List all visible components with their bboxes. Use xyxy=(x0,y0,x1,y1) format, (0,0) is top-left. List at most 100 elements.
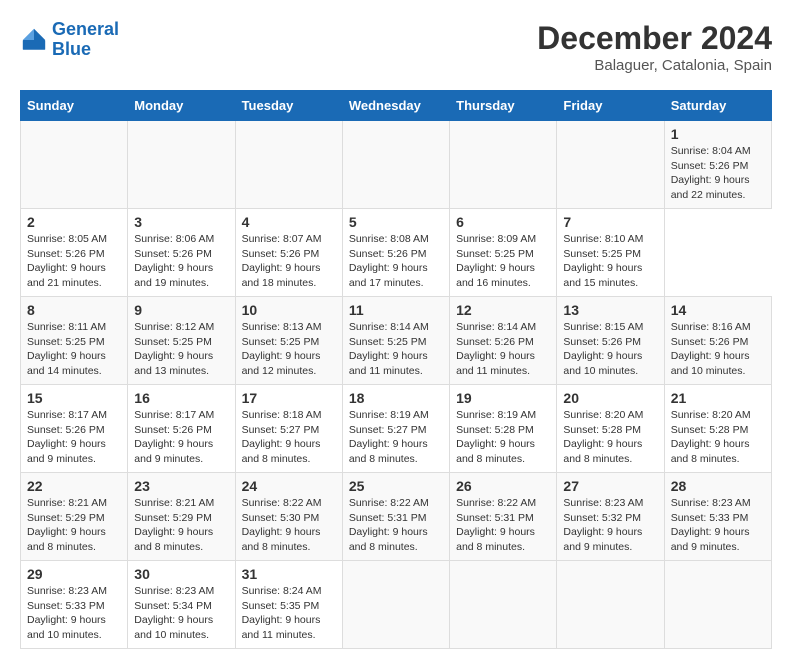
calendar-week-3: 8 Sunrise: 8:11 AMSunset: 5:25 PMDaylight… xyxy=(21,297,772,385)
cell-info: Sunrise: 8:11 AMSunset: 5:25 PMDaylight:… xyxy=(27,320,121,379)
calendar-cell xyxy=(557,121,664,209)
day-number: 31 xyxy=(242,566,336,582)
cell-info: Sunrise: 8:16 AMSunset: 5:26 PMDaylight:… xyxy=(671,320,765,379)
day-number: 26 xyxy=(456,478,550,494)
calendar-cell xyxy=(235,121,342,209)
calendar-cell: 19Sunrise: 8:19 AMSunset: 5:28 PMDayligh… xyxy=(450,385,557,473)
calendar-week-6: 29 Sunrise: 8:23 AMSunset: 5:33 PMDayligh… xyxy=(21,561,772,649)
day-number: 10 xyxy=(242,302,336,318)
cell-info: Sunrise: 8:21 AMSunset: 5:29 PMDaylight:… xyxy=(134,496,228,555)
cell-info: Sunrise: 8:23 AMSunset: 5:33 PMDaylight:… xyxy=(27,584,121,643)
cell-info: Sunrise: 8:07 AMSunset: 5:26 PMDaylight:… xyxy=(242,232,336,291)
calendar-cell: 29 Sunrise: 8:23 AMSunset: 5:33 PMDayligh… xyxy=(21,561,128,649)
day-number: 7 xyxy=(563,214,657,230)
day-header-friday: Friday xyxy=(557,91,664,121)
calendar-cell: 22 Sunrise: 8:21 AMSunset: 5:29 PMDayligh… xyxy=(21,473,128,561)
day-number: 8 xyxy=(27,302,121,318)
calendar-cell: 30Sunrise: 8:23 AMSunset: 5:34 PMDayligh… xyxy=(128,561,235,649)
day-number: 3 xyxy=(134,214,228,230)
calendar-cell: 28Sunrise: 8:23 AMSunset: 5:33 PMDayligh… xyxy=(664,473,771,561)
day-number: 30 xyxy=(134,566,228,582)
cell-info: Sunrise: 8:23 AMSunset: 5:32 PMDaylight:… xyxy=(563,496,657,555)
calendar-week-5: 22 Sunrise: 8:21 AMSunset: 5:29 PMDayligh… xyxy=(21,473,772,561)
day-number: 9 xyxy=(134,302,228,318)
day-number: 11 xyxy=(349,302,443,318)
day-number: 14 xyxy=(671,302,765,318)
cell-info: Sunrise: 8:19 AMSunset: 5:27 PMDaylight:… xyxy=(349,408,443,467)
calendar-cell: 12Sunrise: 8:14 AMSunset: 5:26 PMDayligh… xyxy=(450,297,557,385)
calendar-cell: 6 Sunrise: 8:09 AMSunset: 5:25 PMDaylight… xyxy=(450,209,557,297)
day-number: 18 xyxy=(349,390,443,406)
cell-info: Sunrise: 8:10 AMSunset: 5:25 PMDaylight:… xyxy=(563,232,657,291)
day-number: 13 xyxy=(563,302,657,318)
cell-info: Sunrise: 8:12 AMSunset: 5:25 PMDaylight:… xyxy=(134,320,228,379)
cell-info: Sunrise: 8:21 AMSunset: 5:29 PMDaylight:… xyxy=(27,496,121,555)
calendar-cell: 23 Sunrise: 8:21 AMSunset: 5:29 PMDayligh… xyxy=(128,473,235,561)
day-number: 19 xyxy=(456,390,550,406)
calendar-cell: 8 Sunrise: 8:11 AMSunset: 5:25 PMDaylight… xyxy=(21,297,128,385)
day-number: 28 xyxy=(671,478,765,494)
cell-info: Sunrise: 8:17 AMSunset: 5:26 PMDaylight:… xyxy=(27,408,121,467)
cell-info: Sunrise: 8:18 AMSunset: 5:27 PMDaylight:… xyxy=(242,408,336,467)
calendar-cell: 24Sunrise: 8:22 AMSunset: 5:30 PMDayligh… xyxy=(235,473,342,561)
cell-info: Sunrise: 8:20 AMSunset: 5:28 PMDaylight:… xyxy=(563,408,657,467)
day-number: 20 xyxy=(563,390,657,406)
cell-info: Sunrise: 8:08 AMSunset: 5:26 PMDaylight:… xyxy=(349,232,443,291)
calendar-cell: 9 Sunrise: 8:12 AMSunset: 5:25 PMDaylight… xyxy=(128,297,235,385)
calendar-cell: 14 Sunrise: 8:16 AMSunset: 5:26 PMDayligh… xyxy=(664,297,771,385)
month-title: December 2024 xyxy=(537,20,772,57)
calendar-cell: 5 Sunrise: 8:08 AMSunset: 5:26 PMDaylight… xyxy=(342,209,449,297)
cell-info: Sunrise: 8:22 AMSunset: 5:31 PMDaylight:… xyxy=(456,496,550,555)
title-block: December 2024 Balaguer, Catalonia, Spain xyxy=(537,20,772,74)
calendar-cell: 25 Sunrise: 8:22 AMSunset: 5:31 PMDayligh… xyxy=(342,473,449,561)
day-number: 17 xyxy=(242,390,336,406)
day-number: 6 xyxy=(456,214,550,230)
calendar-cell: 17 Sunrise: 8:18 AMSunset: 5:27 PMDayligh… xyxy=(235,385,342,473)
calendar-cell: 15 Sunrise: 8:17 AMSunset: 5:26 PMDayligh… xyxy=(21,385,128,473)
cell-info: Sunrise: 8:14 AMSunset: 5:25 PMDaylight:… xyxy=(349,320,443,379)
day-number: 21 xyxy=(671,390,765,406)
calendar-cell: 11 Sunrise: 8:14 AMSunset: 5:25 PMDayligh… xyxy=(342,297,449,385)
day-number: 16 xyxy=(134,390,228,406)
calendar-cell xyxy=(664,561,771,649)
calendar-cell xyxy=(450,121,557,209)
calendar-cell xyxy=(342,121,449,209)
calendar-table: SundayMondayTuesdayWednesdayThursdayFrid… xyxy=(20,90,772,649)
calendar-week-1: 1Sunrise: 8:04 AMSunset: 5:26 PMDaylight… xyxy=(21,121,772,209)
cell-info: Sunrise: 8:09 AMSunset: 5:25 PMDaylight:… xyxy=(456,232,550,291)
calendar-cell: 10 Sunrise: 8:13 AMSunset: 5:25 PMDayligh… xyxy=(235,297,342,385)
cell-info: Sunrise: 8:22 AMSunset: 5:31 PMDaylight:… xyxy=(349,496,443,555)
cell-info: Sunrise: 8:06 AMSunset: 5:26 PMDaylight:… xyxy=(134,232,228,291)
calendar-cell xyxy=(450,561,557,649)
day-number: 24 xyxy=(242,478,336,494)
day-number: 15 xyxy=(27,390,121,406)
calendar-cell: 7 Sunrise: 8:10 AMSunset: 5:25 PMDaylight… xyxy=(557,209,664,297)
calendar-cell: 26 Sunrise: 8:22 AMSunset: 5:31 PMDayligh… xyxy=(450,473,557,561)
calendar-cell: 13Sunrise: 8:15 AMSunset: 5:26 PMDayligh… xyxy=(557,297,664,385)
logo: GeneralBlue xyxy=(20,20,119,60)
day-number: 29 xyxy=(27,566,121,582)
location: Balaguer, Catalonia, Spain xyxy=(537,57,772,74)
day-header-wednesday: Wednesday xyxy=(342,91,449,121)
header-row: SundayMondayTuesdayWednesdayThursdayFrid… xyxy=(21,91,772,121)
calendar-cell: 1Sunrise: 8:04 AMSunset: 5:26 PMDaylight… xyxy=(664,121,771,209)
day-number: 27 xyxy=(563,478,657,494)
calendar-cell: 3 Sunrise: 8:06 AMSunset: 5:26 PMDaylight… xyxy=(128,209,235,297)
calendar-cell xyxy=(21,121,128,209)
day-header-tuesday: Tuesday xyxy=(235,91,342,121)
page-header: GeneralBlue December 2024 Balaguer, Cata… xyxy=(20,20,772,74)
cell-info: Sunrise: 8:13 AMSunset: 5:25 PMDaylight:… xyxy=(242,320,336,379)
day-number: 4 xyxy=(242,214,336,230)
day-header-sunday: Sunday xyxy=(21,91,128,121)
day-number: 25 xyxy=(349,478,443,494)
calendar-week-4: 15 Sunrise: 8:17 AMSunset: 5:26 PMDayligh… xyxy=(21,385,772,473)
day-number: 5 xyxy=(349,214,443,230)
cell-info: Sunrise: 8:05 AMSunset: 5:26 PMDaylight:… xyxy=(27,232,121,291)
calendar-cell xyxy=(128,121,235,209)
day-number: 23 xyxy=(134,478,228,494)
cell-info: Sunrise: 8:04 AMSunset: 5:26 PMDaylight:… xyxy=(671,144,765,203)
calendar-cell xyxy=(557,561,664,649)
day-number: 22 xyxy=(27,478,121,494)
cell-info: Sunrise: 8:20 AMSunset: 5:28 PMDaylight:… xyxy=(671,408,765,467)
day-header-thursday: Thursday xyxy=(450,91,557,121)
